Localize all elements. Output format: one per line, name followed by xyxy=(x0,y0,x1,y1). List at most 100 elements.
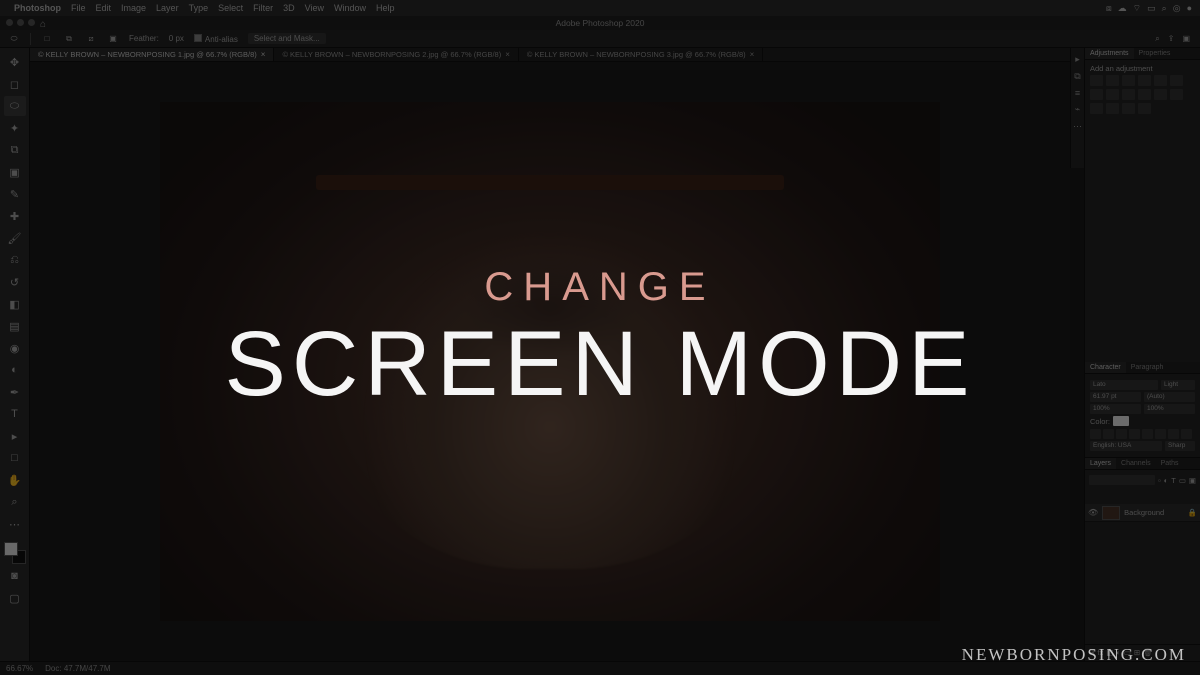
selection-new-icon[interactable]: □ xyxy=(41,33,53,45)
zoom-level[interactable]: 66.67% xyxy=(6,664,33,673)
cloud-icon[interactable]: ☁ xyxy=(1118,3,1127,14)
eraser-tool-icon[interactable]: ◧ xyxy=(4,294,26,314)
font-family-select[interactable]: Lato xyxy=(1090,380,1158,390)
selection-subtract-icon[interactable]: ⧄ xyxy=(85,33,97,45)
selection-intersect-icon[interactable]: ▣ xyxy=(107,33,119,45)
wifi-icon[interactable]: ⌔ xyxy=(1133,3,1141,14)
tab-character[interactable]: Character xyxy=(1085,362,1126,373)
crop-tool-icon[interactable]: ⧉ xyxy=(4,140,26,160)
color-swatches[interactable] xyxy=(4,542,26,564)
bw-adj-icon[interactable] xyxy=(1106,89,1119,100)
font-size-input[interactable]: 61.97 pt xyxy=(1090,392,1141,402)
underline-button[interactable] xyxy=(1168,429,1179,439)
smallcaps-button[interactable] xyxy=(1129,429,1140,439)
tab-adjustments[interactable]: Adjustments xyxy=(1085,48,1134,59)
layer-row[interactable]: 👁 Background 🔒 xyxy=(1085,504,1200,522)
swatches-panel-icon[interactable]: ⋯ xyxy=(1073,121,1082,132)
tab-paragraph[interactable]: Paragraph xyxy=(1126,362,1169,373)
tab-paths[interactable]: Paths xyxy=(1156,458,1184,469)
language-select[interactable]: English: USA xyxy=(1090,441,1162,451)
rectangle-tool-icon[interactable]: □ xyxy=(4,448,26,468)
brush-tool-icon[interactable]: 🖌 xyxy=(4,228,26,248)
exposure-adj-icon[interactable] xyxy=(1138,75,1151,86)
hand-tool-icon[interactable]: ✋ xyxy=(4,470,26,490)
bold-button[interactable] xyxy=(1090,429,1101,439)
doc-info[interactable]: Doc: 47.7M/47.7M xyxy=(45,664,110,673)
menu-file[interactable]: File xyxy=(71,3,86,13)
channel-mixer-adj-icon[interactable] xyxy=(1138,89,1151,100)
filter-shape-icon[interactable]: ▭ xyxy=(1179,476,1186,485)
hue-adj-icon[interactable] xyxy=(1170,75,1183,86)
menu-filter[interactable]: Filter xyxy=(253,3,273,13)
filter-pixel-icon[interactable]: ▫ xyxy=(1158,476,1161,485)
menu-edit[interactable]: Edit xyxy=(96,3,112,13)
type-tool-icon[interactable]: T xyxy=(4,404,26,424)
feather-input[interactable]: 0 px xyxy=(169,34,184,43)
blur-tool-icon[interactable]: ◉ xyxy=(4,338,26,358)
filter-adj-icon[interactable]: ◐ xyxy=(1164,476,1169,485)
quick-mask-icon[interactable]: ◙ xyxy=(4,566,26,586)
document-tab[interactable]: © KELLY BROWN – NEWBORNPOSING 3.jpg @ 66… xyxy=(519,48,763,61)
strike-button[interactable] xyxy=(1181,429,1192,439)
canvas-area[interactable] xyxy=(30,62,1070,661)
history-panel-icon[interactable]: ▸ xyxy=(1075,54,1080,65)
layer-mask-icon[interactable]: ◧ xyxy=(1106,648,1113,657)
history-brush-tool-icon[interactable]: ↺ xyxy=(4,272,26,292)
menu-select[interactable]: Select xyxy=(218,3,243,13)
menu-layer[interactable]: Layer xyxy=(156,3,179,13)
antialias-select[interactable]: Sharp xyxy=(1165,441,1195,451)
selective-color-adj-icon[interactable] xyxy=(1138,103,1151,114)
menu-view[interactable]: View xyxy=(305,3,324,13)
lasso-tool-preset-icon[interactable]: ⬭ xyxy=(8,33,20,45)
minimize-window-button[interactable] xyxy=(17,19,24,26)
pen-tool-icon[interactable]: ✒ xyxy=(4,382,26,402)
menu-3d[interactable]: 3D xyxy=(283,3,295,13)
actions-panel-icon[interactable]: ⧉ xyxy=(1074,71,1080,82)
move-tool-icon[interactable]: ✥ xyxy=(4,52,26,72)
clone-stamp-tool-icon[interactable]: ⎌ xyxy=(4,250,26,270)
app-menu[interactable]: Photoshop xyxy=(14,3,61,13)
baseline-input[interactable]: 100% xyxy=(1144,404,1195,414)
battery-icon[interactable]: ▭ xyxy=(1147,3,1156,14)
brushes-panel-icon[interactable]: ⌁ xyxy=(1075,104,1080,115)
menu-image[interactable]: Image xyxy=(121,3,146,13)
gradient-tool-icon[interactable]: ▤ xyxy=(4,316,26,336)
layer-name[interactable]: Background xyxy=(1124,508,1164,517)
spotlight-icon[interactable]: ⌕ xyxy=(1162,3,1167,14)
photo-filter-adj-icon[interactable] xyxy=(1122,89,1135,100)
text-color-swatch[interactable] xyxy=(1113,416,1129,426)
tab-layers[interactable]: Layers xyxy=(1085,458,1116,469)
levels-adj-icon[interactable] xyxy=(1106,75,1119,86)
caps-button[interactable] xyxy=(1116,429,1127,439)
layer-thumbnail[interactable] xyxy=(1102,506,1120,520)
leading-input[interactable]: (Auto) xyxy=(1144,392,1195,402)
workspace-icon[interactable]: ▣ xyxy=(1182,34,1190,44)
selection-add-icon[interactable]: ⧉ xyxy=(63,33,75,45)
document-tab[interactable]: © KELLY BROWN – NEWBORNPOSING 2.jpg @ 66… xyxy=(274,48,518,61)
link-layers-icon[interactable]: ⧉ xyxy=(1089,647,1094,657)
trash-icon[interactable]: 🗑 xyxy=(1143,648,1153,657)
menu-type[interactable]: Type xyxy=(189,3,209,13)
dodge-tool-icon[interactable]: ◐ xyxy=(4,360,26,380)
gradient-map-adj-icon[interactable] xyxy=(1122,103,1135,114)
search-icon[interactable]: ⌕ xyxy=(1155,34,1159,44)
tab-properties[interactable]: Properties xyxy=(1134,48,1176,59)
path-select-tool-icon[interactable]: ▸ xyxy=(4,426,26,446)
filter-type-icon[interactable]: T xyxy=(1171,476,1176,485)
document-tab[interactable]: © KELLY BROWN – NEWBORNPOSING 1.jpg @ 66… xyxy=(30,48,274,61)
close-icon[interactable]: × xyxy=(505,50,510,59)
visibility-icon[interactable]: 👁 xyxy=(1088,508,1098,517)
frame-tool-icon[interactable]: ▣ xyxy=(4,162,26,182)
lasso-tool-icon[interactable]: ⬭ xyxy=(4,96,26,116)
vibrance-adj-icon[interactable] xyxy=(1154,75,1167,86)
tab-channels[interactable]: Channels xyxy=(1116,458,1156,469)
close-icon[interactable]: × xyxy=(750,50,755,59)
zoom-tool-icon[interactable]: ⌕ xyxy=(4,492,26,512)
color-lookup-adj-icon[interactable] xyxy=(1154,89,1167,100)
curves-adj-icon[interactable] xyxy=(1122,75,1135,86)
marquee-tool-icon[interactable]: ◻ xyxy=(4,74,26,94)
layer-fx-icon[interactable]: fx xyxy=(1097,648,1103,657)
document-canvas[interactable] xyxy=(160,102,940,621)
share-icon[interactable]: ⇪ xyxy=(1168,34,1175,44)
eyedropper-tool-icon[interactable]: ✎ xyxy=(4,184,26,204)
